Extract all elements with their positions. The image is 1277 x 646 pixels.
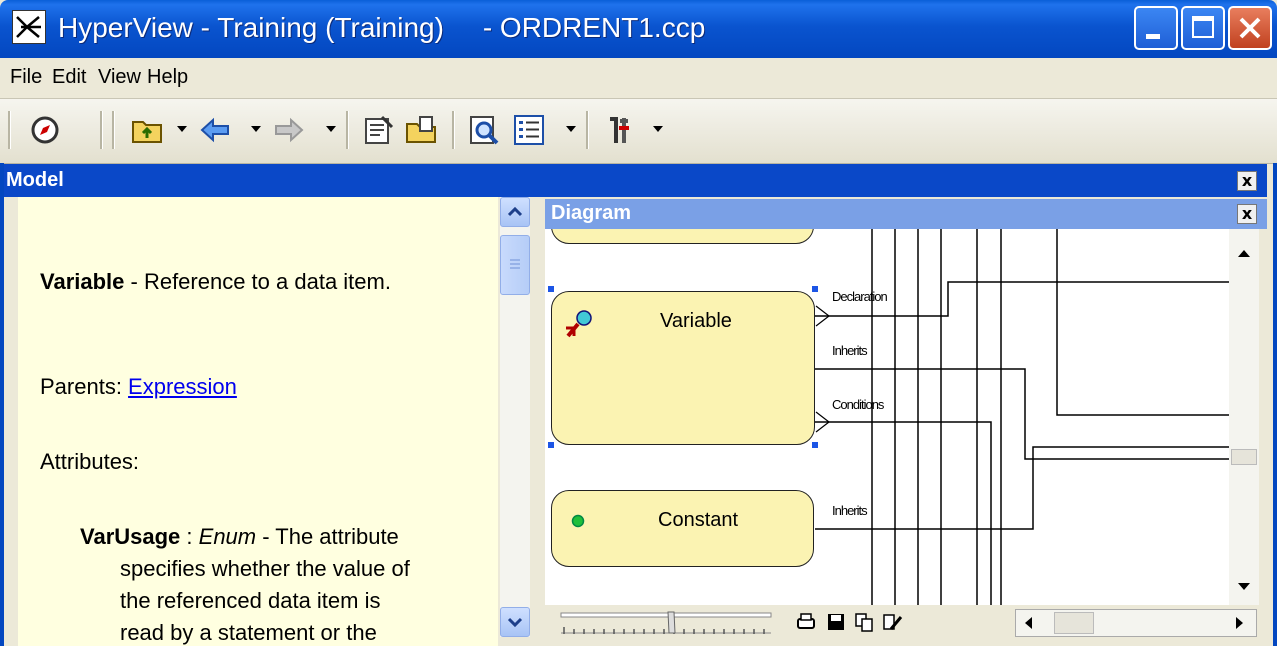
edge-label-inherits-constant: Inherits [832,503,868,518]
scroll-up-button[interactable] [500,197,530,227]
menu-edit[interactable]: Edit [52,66,86,89]
variable-node[interactable]: Variable [551,291,815,445]
preview-icon[interactable] [468,113,502,147]
forward-arrow-icon[interactable] [272,113,306,147]
diagram-pane-header: Diagram x [545,199,1267,229]
properties-icon[interactable] [362,113,396,147]
selection-handle[interactable] [548,442,554,448]
model-description-pane: Variable - Reference to a data item. Par… [18,197,498,646]
attribute-desc-2: specifies whether the value of [120,556,410,581]
toolbar-separator [586,111,589,149]
zoom-slider[interactable] [559,609,779,637]
toolbar-separator [100,111,103,149]
tools-icon[interactable] [602,113,636,147]
attribute-sep: : [180,524,199,549]
diagram-scroll-up-button[interactable] [1229,239,1259,267]
model-pane-scrollbar[interactable] [500,197,530,637]
parents-line: Parents: Expression [40,374,237,400]
diagram-vertical-scrollbar[interactable] [1229,229,1259,605]
toolbar-separator [112,111,115,149]
back-arrow-icon[interactable] [198,113,232,147]
list-dropdown-icon[interactable] [566,126,576,132]
constant-icon [571,514,585,528]
diagram-bottom-bar [545,605,1259,641]
toolbar-separator [346,111,349,149]
scroll-thumb[interactable] [500,235,530,295]
toolbar-separator [8,111,11,149]
attribute-line: VarUsage : Enum - The attribute [80,524,399,550]
close-button[interactable] [1228,6,1272,50]
open-folder-icon[interactable] [404,113,438,147]
diagram-pane-close-button[interactable]: x [1237,204,1257,224]
scroll-down-button[interactable] [500,607,530,637]
folder-up-dropdown-icon[interactable] [177,126,187,132]
print-icon[interactable] [795,611,817,633]
attribute-desc-1: - The attribute [256,524,399,549]
term-name: Variable [40,269,125,294]
maximize-button[interactable] [1181,6,1225,50]
diagram-scroll-thumb[interactable] [1231,449,1257,465]
parents-label: Parents: [40,374,129,399]
diagram-hscroll-thumb[interactable] [1054,612,1094,634]
menu-help[interactable]: Help [147,66,188,89]
save-icon[interactable] [825,611,847,633]
edge-label-declaration: Declaration [832,289,888,304]
scroll-left-icon[interactable] [1020,614,1038,632]
back-dropdown-icon[interactable] [251,126,261,132]
compass-icon[interactable] [28,113,62,147]
attributes-label: Attributes: [40,449,140,474]
toolbar [0,99,1277,164]
variable-node-label: Variable [660,310,732,332]
variable-icon [566,310,592,338]
window-title: HyperView - Training (Training) - ORDREN… [58,12,706,43]
term-description: - Reference to a data item. [124,269,391,294]
window-border-right [1273,163,1277,646]
diagram-horizontal-scrollbar[interactable] [1015,609,1257,637]
diagram-pane-title: Diagram [551,202,632,224]
attribute-desc-3: the referenced data item is [120,588,381,613]
model-pane-header: Model x [0,164,1267,197]
menu-file[interactable]: File [10,66,42,89]
menu-view[interactable]: View [98,66,141,89]
tools-dropdown-icon[interactable] [653,126,663,132]
constant-node-label: Constant [658,509,739,531]
menu-bar: File Edit View Help [0,58,1277,99]
scroll-right-icon[interactable] [1230,614,1248,632]
collapsed-node-top[interactable] [551,229,814,244]
constant-node[interactable]: Constant [551,490,814,567]
selection-handle[interactable] [812,442,818,448]
minimize-button[interactable] [1134,6,1178,50]
copy-icon[interactable] [853,611,875,633]
forward-dropdown-icon[interactable] [326,126,336,132]
attribute-type: Enum [198,524,257,549]
diagram-scroll-down-button[interactable] [1229,573,1259,601]
hyperview-app-icon[interactable] [12,10,46,44]
edit-icon[interactable] [881,611,903,633]
attribute-name: VarUsage [80,524,181,549]
toolbar-separator [452,111,455,149]
list-icon[interactable] [512,113,546,147]
term-line: Variable - Reference to a data item. [40,269,391,295]
model-pane-title: Model [6,169,64,191]
attribute-desc-4: read by a statement or the [120,620,377,645]
parents-link[interactable]: Expression [128,374,237,399]
model-pane-close-button[interactable]: x [1237,171,1257,191]
edge-label-inherits: Inherits [832,343,868,358]
selection-handle[interactable] [812,286,818,292]
selection-handle[interactable] [548,286,554,292]
edge-label-conditions: Conditions [832,397,884,412]
folder-up-icon[interactable] [130,113,164,147]
diagram-canvas[interactable]: Variable Constant Declaration Inherits C… [545,229,1229,605]
window-border-left [0,163,4,646]
title-bar: HyperView - Training (Training) - ORDREN… [0,0,1277,58]
